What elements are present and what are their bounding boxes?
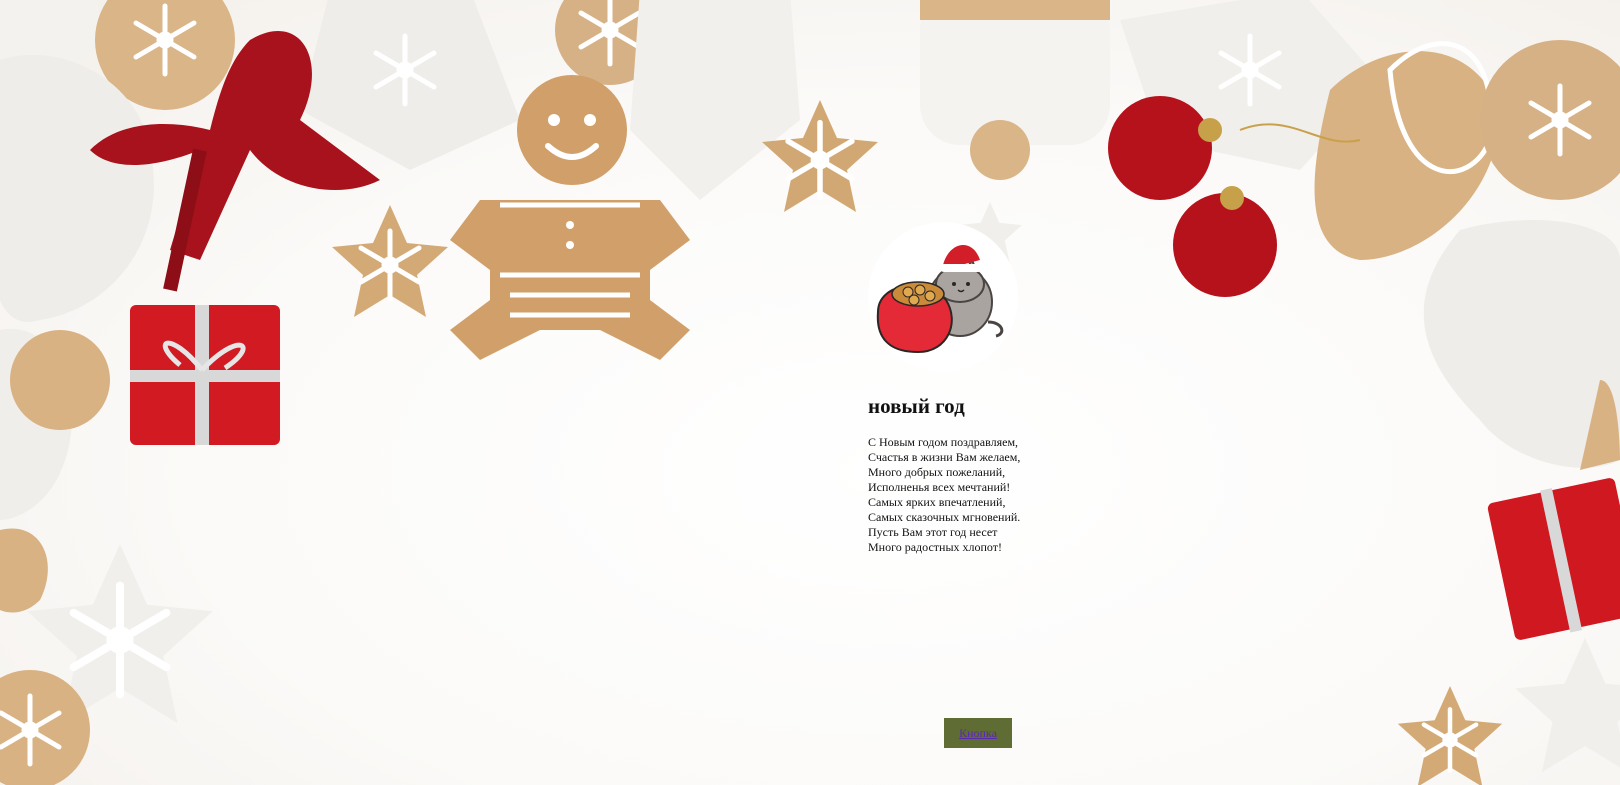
poem-line: Пусть Вам этот год несет (868, 525, 998, 539)
gift-box-left (130, 305, 280, 445)
poem-text: С Новым годом поздравляем, Счастья в жиз… (868, 435, 1020, 555)
poem-line: Много добрых пожеланий, (868, 465, 1006, 479)
poem-line: С Новым годом поздравляем, (868, 435, 1019, 449)
pusheen-cat-image (876, 238, 1004, 354)
gift-box-right (1487, 478, 1620, 640)
poem-line: Самых ярких впечатлений, (868, 495, 1006, 509)
poem-line: Много радостных хлопот! (868, 540, 1002, 554)
action-button[interactable]: Кнопка (944, 718, 1012, 748)
avatar (868, 222, 1018, 372)
poem-line: Исполненья всех мечтаний! (868, 480, 1011, 494)
action-button-link[interactable]: Кнопка (959, 726, 997, 741)
poem-line: Счастья в жизни Вам желаем, (868, 450, 1021, 464)
page-title: новый год (868, 394, 965, 418)
poem-line: Самых сказочных мгновений. (868, 510, 1021, 524)
background-image (0, 0, 1620, 785)
